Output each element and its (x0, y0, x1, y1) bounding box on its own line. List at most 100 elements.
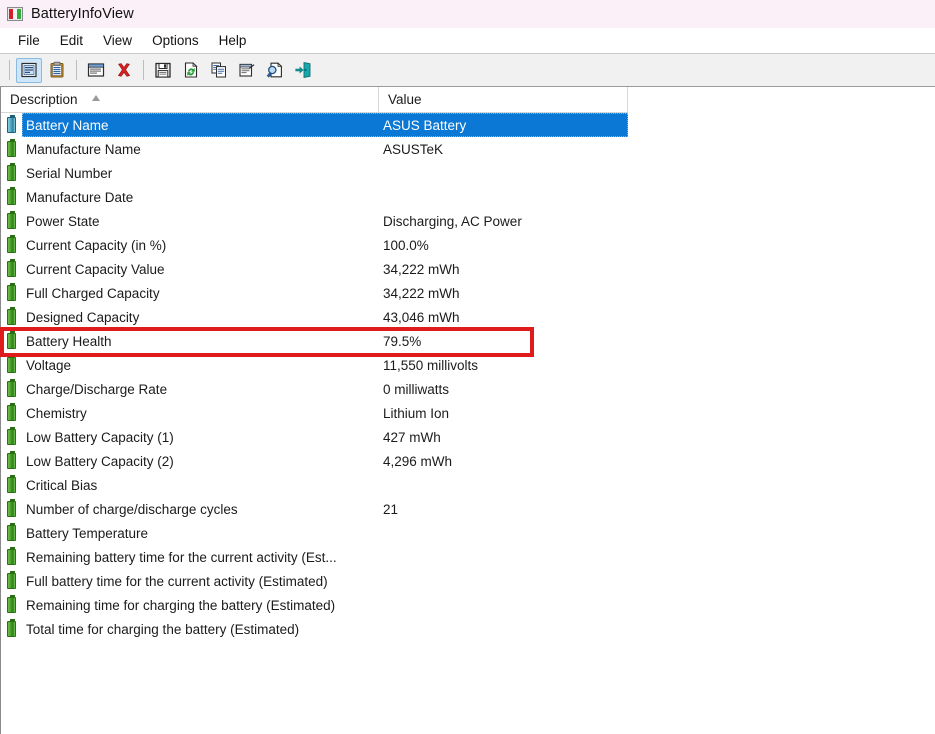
exit-icon[interactable] (290, 58, 316, 83)
column-header-value-label: Value (388, 92, 422, 107)
row-description: Current Capacity (in %) (26, 237, 167, 253)
find-icon[interactable] (262, 58, 288, 83)
row-value: 427 mWh (383, 429, 441, 445)
row-description: Battery Name (26, 117, 109, 133)
row-description: Total time for charging the battery (Est… (26, 621, 300, 637)
table-row[interactable]: Full Charged Capacity 34,222 mWh (1, 281, 628, 305)
table-row[interactable]: Battery Temperature (1, 521, 628, 545)
column-header-description[interactable]: Description (1, 87, 379, 112)
listview-rows: Battery Name ASUS Battery Manufacture Name… (1, 113, 628, 734)
row-description: Current Capacity Value (26, 261, 165, 277)
row-value: 0 milliwatts (383, 381, 450, 397)
table-row[interactable]: Voltage 11,550 millivolts (1, 353, 628, 377)
table-row[interactable]: Manufacture Date (1, 185, 628, 209)
title-bar: BatteryInfoView (0, 0, 935, 28)
battery-icon (1, 401, 22, 425)
battery-icon (1, 617, 22, 641)
table-row[interactable]: Serial Number (1, 161, 628, 185)
row-value: 4,296 mWh (383, 453, 453, 469)
battery-icon (1, 425, 22, 449)
row-description: Power State (26, 213, 100, 229)
table-row[interactable]: Current Capacity Value 34,222 mWh (1, 257, 628, 281)
battery-icon (1, 473, 22, 497)
table-row[interactable]: Remaining time for charging the battery … (1, 593, 628, 617)
table-row[interactable]: Chemistry Lithium Ion (1, 401, 628, 425)
battery-icon (1, 113, 22, 137)
table-row[interactable]: Current Capacity (in %) 100.0% (1, 233, 628, 257)
table-row[interactable]: Designed Capacity 43,046 mWh (1, 305, 628, 329)
menu-item-help[interactable]: Help (209, 31, 257, 50)
toolbar (0, 54, 935, 87)
row-description: Designed Capacity (26, 309, 140, 325)
battery-icon (1, 257, 22, 281)
toolbar-separator (143, 60, 144, 80)
row-description: Voltage (26, 357, 72, 373)
sort-ascending-icon (91, 95, 101, 104)
refresh-icon[interactable] (178, 58, 204, 83)
row-description: Remaining time for charging the battery … (26, 597, 336, 613)
column-header-value[interactable]: Value (379, 87, 628, 112)
row-description: Charge/Discharge Rate (26, 381, 168, 397)
table-row[interactable]: Critical Bias (1, 473, 628, 497)
row-description: Full Charged Capacity (26, 285, 160, 301)
battery-icon (1, 137, 22, 161)
battery-icon (1, 449, 22, 473)
menu-item-view[interactable]: View (93, 31, 142, 50)
row-description: Chemistry (26, 405, 87, 421)
battery-icon (1, 233, 22, 257)
row-description: Number of charge/discharge cycles (26, 501, 238, 517)
battery-icon (1, 521, 22, 545)
row-description: Low Battery Capacity (1) (26, 429, 174, 445)
row-value: 11,550 millivolts (383, 357, 479, 373)
toolbar-separator (76, 60, 77, 80)
listview-header: Description Value (1, 87, 628, 113)
copy-icon[interactable] (206, 58, 232, 83)
column-header-description-label: Description (10, 92, 78, 107)
row-description: Battery Temperature (26, 525, 149, 541)
properties-view-icon[interactable] (16, 57, 42, 83)
row-value: ASUS Battery (383, 117, 467, 133)
row-value: 43,046 mWh (383, 309, 460, 325)
table-row[interactable]: Battery Name ASUS Battery (1, 113, 628, 137)
row-value: Lithium Ion (383, 405, 450, 421)
table-row[interactable]: Full battery time for the current activi… (1, 569, 628, 593)
toolbar-separator (9, 60, 10, 80)
save-floppy-icon[interactable] (150, 58, 176, 83)
table-row[interactable]: Total time for charging the battery (Est… (1, 617, 628, 641)
battery-app-icon (7, 7, 23, 21)
menu-item-edit[interactable]: Edit (50, 31, 93, 50)
table-row[interactable]: Manufacture Name ASUSTeK (1, 137, 628, 161)
battery-icon (1, 497, 22, 521)
table-row[interactable]: Number of charge/discharge cycles 21 (1, 497, 628, 521)
menu-item-options[interactable]: Options (142, 31, 209, 50)
menu-bar: File Edit View Options Help (0, 28, 935, 54)
html-report-icon[interactable] (234, 58, 260, 83)
table-row[interactable]: Low Battery Capacity (1) 427 mWh (1, 425, 628, 449)
battery-icon (1, 353, 22, 377)
row-description: Serial Number (26, 165, 113, 181)
battery-icon (1, 305, 22, 329)
row-value: 79.5% (383, 333, 422, 349)
window-title: BatteryInfoView (31, 6, 134, 22)
table-row[interactable]: Power State Discharging, AC Power (1, 209, 628, 233)
table-row[interactable]: Battery Health 79.5% (1, 329, 628, 353)
row-description: Manufacture Date (26, 189, 134, 205)
row-value: Discharging, AC Power (383, 213, 522, 229)
table-row[interactable]: Remaining battery time for the current a… (1, 545, 628, 569)
table-row[interactable]: Charge/Discharge Rate 0 milliwatts (1, 377, 628, 401)
row-value: 34,222 mWh (383, 261, 460, 277)
window-properties-icon[interactable] (83, 58, 109, 83)
clipboard-icon[interactable] (44, 58, 70, 83)
row-value: 21 (383, 501, 399, 517)
row-description: Manufacture Name (26, 141, 141, 157)
row-description: Critical Bias (26, 477, 98, 493)
table-row[interactable]: Low Battery Capacity (2) 4,296 mWh (1, 449, 628, 473)
battery-icon (1, 161, 22, 185)
delete-red-x-icon[interactable] (111, 58, 137, 83)
row-value: 100.0% (383, 237, 429, 253)
battery-icon (1, 209, 22, 233)
menu-item-file[interactable]: File (8, 31, 50, 50)
row-description: Remaining battery time for the current a… (26, 549, 337, 565)
battery-icon (1, 569, 22, 593)
row-description: Low Battery Capacity (2) (26, 453, 174, 469)
